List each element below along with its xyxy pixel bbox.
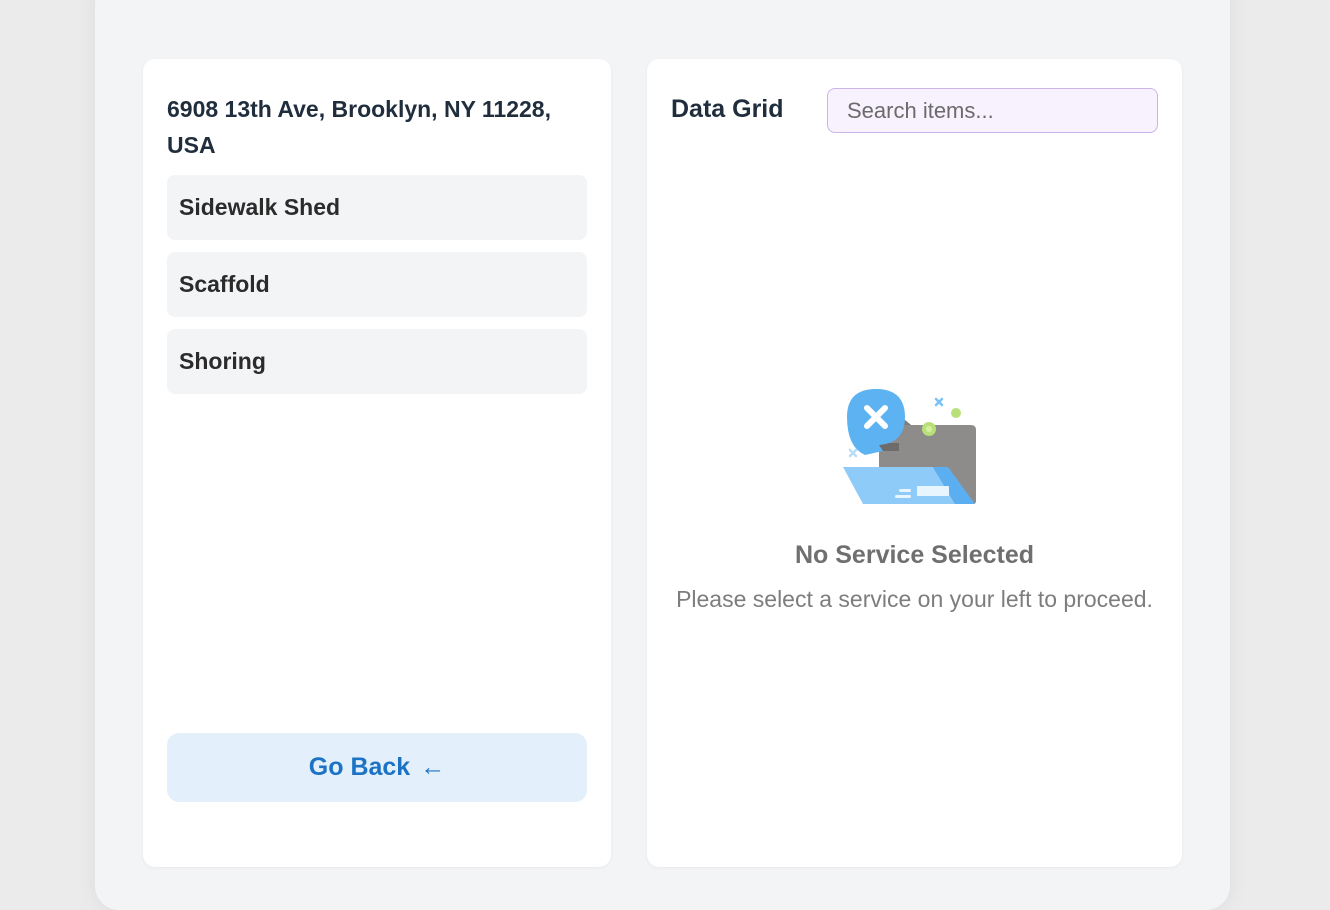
arrow-left-icon: ← xyxy=(420,753,446,781)
go-back-label: Go Back xyxy=(308,753,411,781)
service-item-label: Scaffold xyxy=(179,271,270,297)
service-item-scaffold[interactable]: Scaffold xyxy=(167,252,587,317)
service-item-label: Sidewalk Shed xyxy=(179,194,341,220)
empty-state-title: No Service Selected xyxy=(794,541,1034,569)
service-panel: 6908 13th Ave, Brooklyn, NY 11228, USA S… xyxy=(143,59,611,867)
empty-folder-x-icon xyxy=(843,389,976,504)
search-input[interactable] xyxy=(827,88,1158,133)
data-grid-title: Data Grid xyxy=(671,95,784,123)
service-item-sidewalk-shed[interactable]: Sidewalk Shed xyxy=(167,175,587,240)
service-list: Sidewalk Shed Scaffold Shoring xyxy=(167,175,587,406)
empty-state-message: Please select a service on your left to … xyxy=(676,586,1153,612)
service-item-shoring[interactable]: Shoring xyxy=(167,329,587,394)
go-back-button[interactable]: Go Back ← xyxy=(167,733,587,802)
data-grid-panel: Data Grid No Service Selected Please sel… xyxy=(647,59,1182,867)
address-heading: 6908 13th Ave, Brooklyn, NY 11228, USA xyxy=(167,96,551,158)
service-item-label: Shoring xyxy=(179,348,266,374)
